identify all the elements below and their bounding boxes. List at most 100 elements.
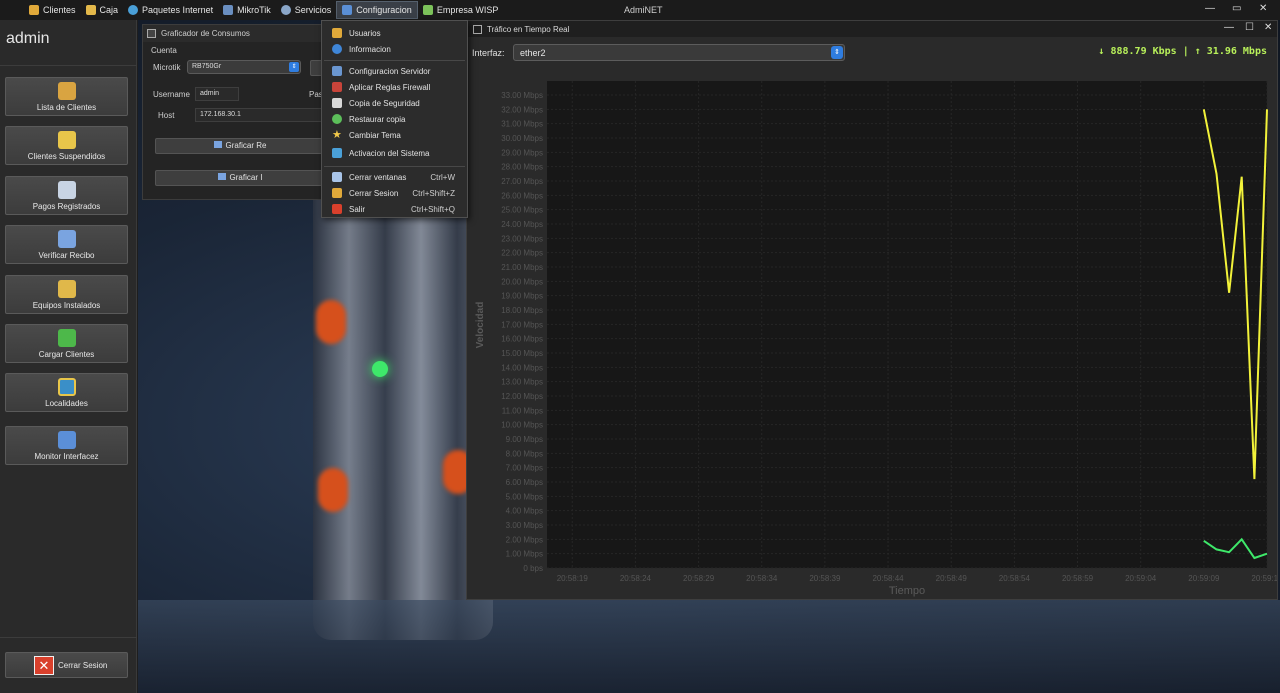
window-title: Graficador de Consumos [161,29,250,38]
traffic-window: Tráfico en Tiempo Real — ☐ ✕ Interfaz: e… [466,20,1278,600]
settings-icon [342,5,353,15]
backup-icon [332,98,342,108]
menuitem-theme[interactable]: ★ Cambiar Tema [322,128,467,142]
button-label: Localidades [45,399,88,408]
menu-paquetes[interactable]: Paquetes Internet [123,0,218,20]
close-icon: ✕ [34,656,54,675]
y-tick-label: 29.00 Mbps [501,148,543,157]
equipos-instalados-button[interactable]: Equipos Instalados [5,275,128,314]
menu-label: MikroTik [237,5,271,15]
menuitem-logout[interactable]: Cerrar Sesion Ctrl+Shift+Z [322,186,467,200]
menuitem-config-servidor[interactable]: Configuracion Servidor [322,64,467,78]
minimize-button[interactable]: — [1205,3,1215,14]
clientes-suspendidos-button[interactable]: Clientes Suspendidos [5,126,128,165]
y-tick-label: 22.00 Mbps [501,249,543,258]
menuitem-restore[interactable]: Restaurar copia [322,112,467,126]
button-label: Equipos Instalados [32,301,101,310]
menuitem-backup[interactable]: Copia de Seguridad [322,96,467,110]
button-label: Cerrar Sesion [58,661,108,670]
lista-clientes-button[interactable]: Lista de Clientes [5,77,128,116]
globe-icon [128,5,139,15]
maximize-button[interactable]: ▭ [1232,3,1241,14]
y-tick-label: 33.00 Mbps [501,91,543,100]
menuitem-label: Cerrar ventanas [349,172,407,182]
close-button[interactable]: ✕ [1259,3,1267,14]
menuitem-close-windows[interactable]: Cerrar ventanas Ctrl+W [322,170,467,184]
x-tick-label: 20:58:54 [999,574,1031,583]
equipment-icon [58,280,76,298]
graficar-button-2[interactable]: Graficar I [155,170,325,186]
menuitem-exit[interactable]: Salir Ctrl+Shift+Q [322,202,467,216]
orange-cable-image [318,468,348,512]
info-icon [332,44,342,54]
y-tick-label: 26.00 Mbps [501,191,543,200]
monitor-interfacez-button[interactable]: Monitor Interfacez [5,426,128,465]
menu-label: Servicios [294,5,332,15]
menu-mikrotik[interactable]: MikroTik [218,0,276,20]
y-tick-label: 24.00 Mbps [501,220,543,229]
microtik-label: Microtik [153,63,181,72]
menuitem-accelerator: Ctrl+W [430,172,455,182]
button-label: Monitor Interfacez [34,452,99,461]
y-tick-label: 28.00 Mbps [501,163,543,172]
close-button[interactable]: ✕ [1264,22,1272,33]
menu-configuracion[interactable]: Configuracion [336,1,418,19]
y-tick-label: 25.00 Mbps [501,206,543,215]
shield-user-icon [58,131,76,149]
menu-clientes[interactable]: Clientes [24,0,81,20]
menuitem-accelerator: Ctrl+Shift+Q [410,204,455,214]
menuitem-firewall[interactable]: Aplicar Reglas Firewall [322,80,467,94]
menuitem-usuarios[interactable]: Usuarios [322,26,467,40]
chart-icon [213,141,222,148]
minimize-button[interactable]: — [1224,22,1234,33]
divider [0,65,137,66]
username-field[interactable]: admin [195,87,239,101]
window-title: Tráfico en Tiempo Real [487,24,570,34]
select-value: RB750Gr [192,63,222,70]
menuitem-label: Cerrar Sesion [349,188,399,198]
maximize-button[interactable]: ☐ [1245,22,1254,33]
menubar: Clientes Caja Paquetes Internet MikroTik… [0,0,1280,20]
menu-caja[interactable]: Caja [81,0,124,20]
users-icon [29,5,39,15]
y-tick-label: 19.00 Mbps [501,292,543,301]
x-tick-label: 20:58:39 [809,574,841,583]
chevron-updown-icon: ⇕ [831,46,843,59]
sidebar: admin Lista de Clientes Clientes Suspend… [0,20,137,693]
graficar-button[interactable]: Graficar Re [155,138,325,154]
x-tick-label: 20:59:04 [1125,574,1157,583]
button-label: Clientes Suspendidos [27,152,106,161]
button-label: Graficar I [229,173,263,182]
y-tick-label: 11.00 Mbps [502,406,543,415]
menu-label: Paquetes Internet [142,5,214,15]
pagos-registrados-button[interactable]: Pagos Registrados [5,176,128,215]
x-tick-label: 20:58:59 [1062,574,1094,583]
menuitem-informacion[interactable]: Informacion [322,42,467,56]
router-icon [223,5,234,15]
y-tick-label: 17.00 Mbps [501,320,543,329]
services-icon [280,5,291,15]
menu-servicios[interactable]: Servicios [276,0,337,20]
network-monitor-icon [58,431,76,449]
menu-separator [324,60,465,61]
interface-select[interactable]: ether2 ⇕ [513,44,845,61]
window-titlebar: Tráfico en Tiempo Real — ☐ ✕ [467,21,1277,37]
y-tick-label: 1.00 Mbps [506,550,543,559]
y-tick-label: 14.00 Mbps [501,363,543,372]
cargar-clientes-button[interactable]: Cargar Clientes [5,324,128,363]
microtik-select[interactable]: RB750Gr ⇕ [187,60,301,74]
users-icon [58,82,76,100]
menuitem-activation[interactable]: Activacion del Sistema [322,146,467,160]
activation-icon [332,148,342,158]
section-label: Cuenta [151,46,177,55]
y-tick-label: 4.00 Mbps [506,507,543,516]
localidades-button[interactable]: Localidades [5,373,128,412]
host-field[interactable]: 172.168.30.1 [195,108,323,122]
y-tick-label: 8.00 Mbps [506,449,543,458]
menu-empresa[interactable]: Empresa WISP [418,0,504,20]
menuitem-label: Restaurar copia [349,114,406,124]
close-icon [332,204,342,214]
menu-separator [324,166,465,167]
logout-button[interactable]: ✕ Cerrar Sesion [5,652,128,678]
verificar-recibo-button[interactable]: Verificar Recibo [5,225,128,264]
